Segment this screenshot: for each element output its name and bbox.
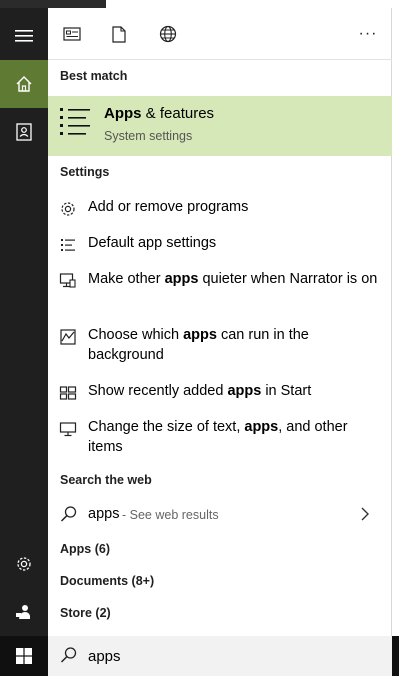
best-match-title-rest: & features [141, 105, 215, 122]
setting-label: Choose which apps can run in the backgro… [88, 325, 378, 365]
setting-background-apps[interactable]: Choose which apps can run in the backgro… [48, 325, 392, 365]
gear-icon [17, 557, 31, 571]
label-bold: apps [227, 383, 262, 399]
setting-recently-added-apps[interactable]: Show recently added apps in Start [48, 381, 392, 401]
best-match-title: Apps & features [104, 105, 214, 122]
windows-logo-icon [16, 648, 32, 664]
best-match-heading: Best match [60, 69, 128, 83]
setting-text-size[interactable]: Change the size of text, apps, and other… [48, 417, 392, 457]
web-filter-button[interactable] [156, 22, 180, 46]
search-icon [60, 506, 77, 522]
label-pre: Choose which [88, 327, 184, 343]
more-options-button[interactable]: ··· [356, 22, 380, 46]
setting-label: Default app settings [88, 235, 217, 251]
display-monitor-icon [59, 422, 77, 437]
setting-default-app-settings[interactable]: Default app settings [48, 233, 392, 253]
hamburger-menu-button[interactable] [0, 12, 48, 60]
home-icon [16, 76, 32, 92]
label-pre: Show recently added [88, 383, 228, 399]
see-web-results: - See web results [122, 508, 219, 522]
setting-add-remove-programs[interactable]: Add or remove programs [48, 197, 392, 217]
settings-rail-button[interactable] [0, 540, 48, 588]
activity-chart-icon [60, 329, 76, 345]
apps-category[interactable]: Apps (6) [60, 542, 110, 556]
label-bold: apps [244, 419, 279, 435]
feedback-person-icon [16, 605, 30, 619]
hamburger-icon [15, 30, 33, 42]
apps-filter-button[interactable] [60, 22, 84, 46]
best-match-apps-features[interactable]: Apps & features System settings [48, 96, 392, 156]
web-search-result[interactable]: apps - See web results [48, 502, 392, 530]
background-app-edge [392, 0, 399, 636]
notebook-icon [16, 123, 32, 141]
background-window-edge [0, 0, 106, 8]
documents-filter-button[interactable] [107, 22, 131, 46]
search-icon [60, 647, 77, 663]
background-top-strip [0, 0, 392, 8]
search-web-heading: Search the web [60, 473, 152, 487]
home-button[interactable] [0, 60, 48, 108]
apps-filter-icon [63, 27, 81, 41]
taskbar [0, 636, 399, 676]
web-query: apps [88, 506, 120, 522]
setting-label: Make other apps quieter when Narrator is… [88, 269, 378, 289]
default-apps-list-icon [61, 239, 75, 251]
list-icon [60, 108, 90, 135]
document-icon [112, 25, 126, 43]
taskbar-search-box[interactable] [48, 636, 392, 676]
chevron-right-icon[interactable] [360, 506, 370, 522]
setting-label: Add or remove programs [88, 199, 249, 215]
label-pre: Make other [88, 271, 165, 287]
start-tiles-icon [59, 386, 77, 400]
label-post: in Start [261, 383, 312, 399]
setting-label: Show recently added apps in Start [88, 381, 378, 401]
best-match-title-bold: Apps [104, 105, 142, 122]
documents-category[interactable]: Documents (8+) [60, 574, 154, 588]
setting-narrator-quieter[interactable]: Make other apps quieter when Narrator is… [48, 269, 392, 309]
start-left-rail [0, 8, 48, 636]
store-category[interactable]: Store (2) [60, 606, 111, 620]
notebook-button[interactable] [0, 108, 48, 156]
setting-label: Change the size of text, apps, and other… [88, 417, 378, 457]
feedback-button[interactable] [0, 588, 48, 636]
toolbar-divider [48, 59, 392, 60]
search-input[interactable] [88, 644, 368, 668]
start-button[interactable] [0, 636, 48, 676]
label-post: quieter when Narrator is on [198, 271, 378, 287]
filter-toolbar: ··· [48, 8, 392, 60]
gear-icon [61, 202, 75, 216]
globe-icon [159, 25, 177, 43]
settings-heading: Settings [60, 165, 110, 179]
label-bold: apps [164, 271, 199, 287]
best-match-subtitle: System settings [104, 129, 193, 143]
search-results-panel: ··· Best match Apps & features System se… [48, 8, 392, 636]
label-pre: Change the size of text, [88, 419, 245, 435]
narrator-monitor-icon [59, 273, 76, 288]
label-bold: apps [183, 327, 217, 343]
